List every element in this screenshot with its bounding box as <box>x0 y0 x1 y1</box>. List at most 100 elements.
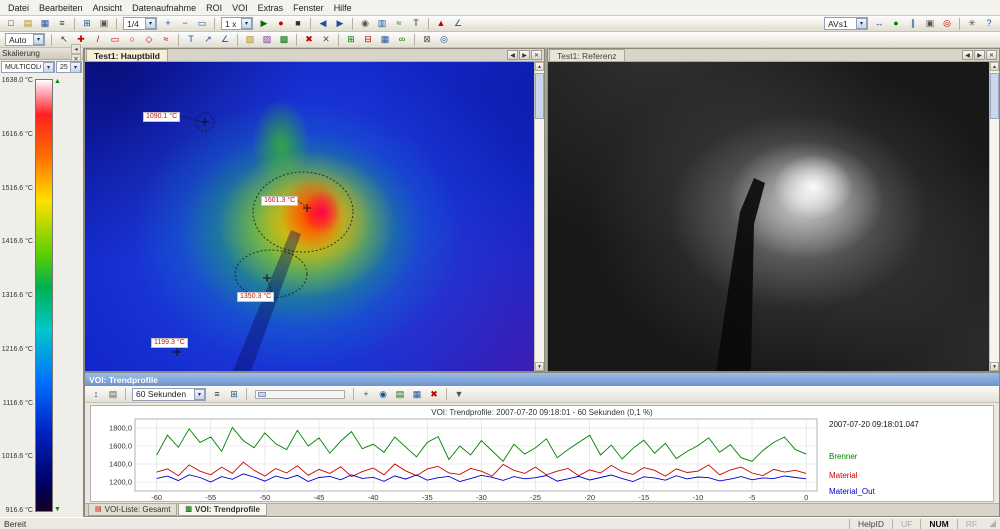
freeze-icon[interactable]: ∥ <box>905 17 921 31</box>
arrow-annotation-icon[interactable]: ↗ <box>200 33 216 47</box>
paste-icon[interactable]: ▣ <box>96 17 112 31</box>
prev-tab-icon[interactable]: ◀ <box>507 50 518 60</box>
print-chart-icon[interactable]: ≡ <box>209 387 225 401</box>
delete-roi-icon[interactable]: ✖ <box>301 33 317 47</box>
avs-combo[interactable]: AVs1▾ <box>824 17 868 30</box>
prev-image-icon[interactable]: ◀ <box>315 17 331 31</box>
main-window-scrollbar[interactable]: ▲▼ <box>534 62 544 371</box>
menu-ansicht[interactable]: Ansicht <box>88 2 128 14</box>
text-annotation-icon[interactable]: T <box>183 33 199 47</box>
reference-image[interactable] <box>548 62 989 371</box>
scale-min-handle[interactable]: ▼ <box>54 506 61 513</box>
zoom-fit-icon[interactable]: ▭ <box>194 17 210 31</box>
line-roi-icon[interactable]: / <box>90 33 106 47</box>
scale-max-handle[interactable]: ▲ <box>54 78 61 85</box>
scrollbar-thumb[interactable] <box>535 73 544 119</box>
scrollbar-track[interactable] <box>535 71 544 362</box>
voi-remove-icon[interactable]: ⊟ <box>360 33 376 47</box>
export-icon[interactable]: ▼ <box>451 387 467 401</box>
chevron-down-icon[interactable]: ▾ <box>194 389 205 400</box>
angle-icon[interactable]: ∠ <box>217 33 233 47</box>
device-icon[interactable]: ▣ <box>922 17 938 31</box>
capture-icon[interactable]: ◎ <box>939 17 955 31</box>
zoom-out-icon[interactable]: − <box>177 17 193 31</box>
menu-extras[interactable]: Extras <box>253 2 289 14</box>
next-tab-icon[interactable]: ▶ <box>519 50 530 60</box>
slider-thumb[interactable] <box>258 392 266 397</box>
scale-mode-icon[interactable]: ↕ <box>88 387 104 401</box>
alarm-icon[interactable]: ▲ <box>433 17 449 31</box>
menu-roi[interactable]: ROI <box>201 2 227 14</box>
undock-icon[interactable]: ◂ <box>71 44 81 54</box>
chevron-down-icon[interactable]: ▾ <box>33 34 44 45</box>
temperature-label[interactable]: 1601.3 °C <box>261 196 298 206</box>
chevron-down-icon[interactable]: ▾ <box>70 62 81 73</box>
chart-settings-icon[interactable]: ▤ <box>105 387 121 401</box>
delete-series-icon[interactable]: ✖ <box>426 387 442 401</box>
color-scale-bar[interactable] <box>35 79 53 512</box>
trend-chart[interactable]: -60-55-50-45-40-35-30-25-20-15-10-501800… <box>91 417 821 503</box>
zoom-in-icon[interactable]: + <box>160 17 176 31</box>
auto-combo[interactable]: Auto▾ <box>5 33 45 46</box>
menu-datenaufnahme[interactable]: Datenaufnahme <box>127 2 201 14</box>
zoom-chart-icon[interactable]: + <box>358 387 374 401</box>
table-view-icon[interactable]: ▦ <box>409 387 425 401</box>
interval-combo[interactable]: 60 Sekunden▾ <box>132 388 206 401</box>
chevron-down-icon[interactable]: ▾ <box>856 18 867 29</box>
camera-icon[interactable]: ◉ <box>357 17 373 31</box>
menu-fenster[interactable]: Fenster <box>288 2 329 14</box>
scrollbar-track[interactable] <box>990 71 999 362</box>
histogram-icon[interactable]: ▥ <box>374 17 390 31</box>
menu-voi[interactable]: VOI <box>227 2 253 14</box>
freehand-roi-icon[interactable]: ≈ <box>158 33 174 47</box>
threshold-icon[interactable]: ▩ <box>276 33 292 47</box>
stop-icon[interactable]: ■ <box>290 17 306 31</box>
measure-icon[interactable]: ∠ <box>450 17 466 31</box>
menu-hilfe[interactable]: Hilfe <box>329 2 357 14</box>
setup-icon[interactable]: ✳ <box>964 17 980 31</box>
time-slider[interactable] <box>255 390 345 399</box>
chevron-down-icon[interactable]: ▾ <box>43 62 54 73</box>
copy-chart-icon[interactable]: ⊞ <box>226 387 242 401</box>
close-window-icon[interactable]: ✕ <box>986 50 997 60</box>
open-folder-icon[interactable]: ▤ <box>20 17 36 31</box>
rect-roi-icon[interactable]: ▭ <box>107 33 123 47</box>
cursor-icon[interactable]: ◉ <box>375 387 391 401</box>
tab-voi-liste-gesamt[interactable]: ▤VOI-Liste: Gesamt <box>88 504 177 516</box>
chevron-down-icon[interactable]: ▾ <box>145 18 156 29</box>
menu-bearbeiten[interactable]: Bearbeiten <box>34 2 88 14</box>
play-icon[interactable]: ▶ <box>256 17 272 31</box>
close-window-icon[interactable]: ✕ <box>531 50 542 60</box>
tab-voi-trendprofile[interactable]: ▥VOI: Trendprofile <box>178 504 267 516</box>
connect-icon[interactable]: ↔ <box>871 17 887 31</box>
palette-combo[interactable]: MULTICOLOF ▾ <box>1 61 55 73</box>
ellipse-roi-icon[interactable]: ○ <box>124 33 140 47</box>
info-icon[interactable]: ◎ <box>436 33 452 47</box>
temperature-label[interactable]: 1090.1 °C <box>143 112 180 122</box>
report-icon[interactable]: T <box>408 17 424 31</box>
zoom-combo[interactable]: 1/4▾ <box>123 17 157 30</box>
copy-icon[interactable]: ⊞ <box>79 17 95 31</box>
live-icon[interactable]: ● <box>888 17 904 31</box>
thermal-image[interactable]: 1090.1 °C 1601.3 °C 1350.3 °C 1199.3 °C <box>85 62 534 371</box>
save-icon[interactable]: ▦ <box>37 17 53 31</box>
temperature-label[interactable]: 1199.3 °C <box>151 338 188 348</box>
palette-icon[interactable]: ▨ <box>259 33 275 47</box>
voi-add-icon[interactable]: ⊞ <box>343 33 359 47</box>
scrollbar-thumb[interactable] <box>990 73 999 119</box>
trend-panel-titlebar[interactable]: VOI: Trendprofile <box>85 373 999 386</box>
grid-icon[interactable]: ⊠ <box>419 33 435 47</box>
new-file-icon[interactable]: □ <box>3 17 19 31</box>
speed-combo[interactable]: 1 x▾ <box>221 17 253 30</box>
scroll-up-icon[interactable]: ▲ <box>990 62 999 71</box>
resize-grip-icon[interactable]: ◢ <box>989 518 996 529</box>
temperature-label[interactable]: 1350.3 °C <box>237 292 274 302</box>
help-icon[interactable]: ? <box>981 17 997 31</box>
profile-icon[interactable]: ≈ <box>391 17 407 31</box>
print-icon[interactable]: ≡ <box>54 17 70 31</box>
chevron-down-icon[interactable]: ▾ <box>241 18 252 29</box>
voi-table-icon[interactable]: ▦ <box>377 33 393 47</box>
scroll-down-icon[interactable]: ▼ <box>990 362 999 371</box>
isotherm-icon[interactable]: ▧ <box>242 33 258 47</box>
clear-all-icon[interactable]: ✕ <box>318 33 334 47</box>
